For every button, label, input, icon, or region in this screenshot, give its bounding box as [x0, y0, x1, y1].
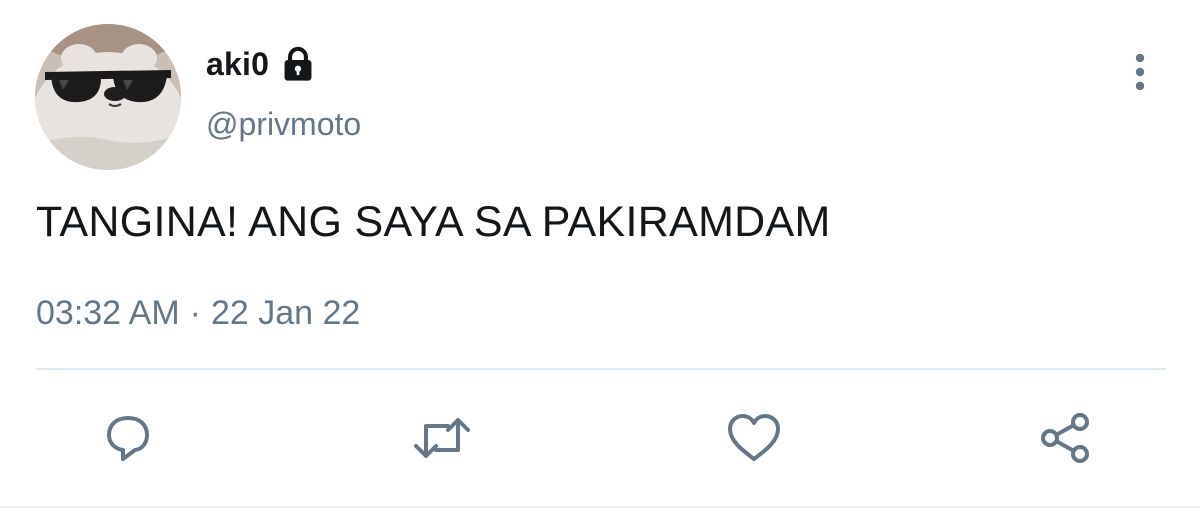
user-handle[interactable]: @privmoto [206, 106, 361, 143]
more-vertical-icon [1135, 53, 1145, 91]
divider [36, 368, 1166, 370]
tweet-time[interactable]: 03:32 AM [36, 294, 180, 333]
share-button[interactable] [1036, 408, 1096, 468]
heart-icon [728, 414, 780, 461]
avatar[interactable] [35, 24, 181, 170]
timestamp-separator: · [189, 294, 201, 332]
share-icon [1041, 413, 1089, 463]
tweet-text: TANGINA! ANG SAYA SA PAKIRAMDAM [36, 198, 831, 246]
tweet-timestamp: 03:32 AM · 22 Jan 22 [36, 294, 360, 333]
retweet-icon [414, 418, 470, 458]
bottom-divider [0, 506, 1200, 508]
retweet-button[interactable] [412, 408, 472, 468]
like-button[interactable] [724, 408, 784, 468]
bear-with-sunglasses-avatar-icon [35, 24, 181, 170]
tweet-card: aki0 @privmoto TANGINA! ANG SAYA SA PAKI… [0, 0, 1200, 524]
display-name[interactable]: aki0 [206, 46, 269, 83]
tweet-date[interactable]: 22 Jan 22 [211, 294, 360, 333]
display-name-row: aki0 [206, 44, 317, 84]
more-options-button[interactable] [1120, 50, 1160, 94]
reply-icon [107, 416, 149, 461]
reply-button[interactable] [98, 408, 158, 468]
lock-icon [279, 45, 317, 83]
